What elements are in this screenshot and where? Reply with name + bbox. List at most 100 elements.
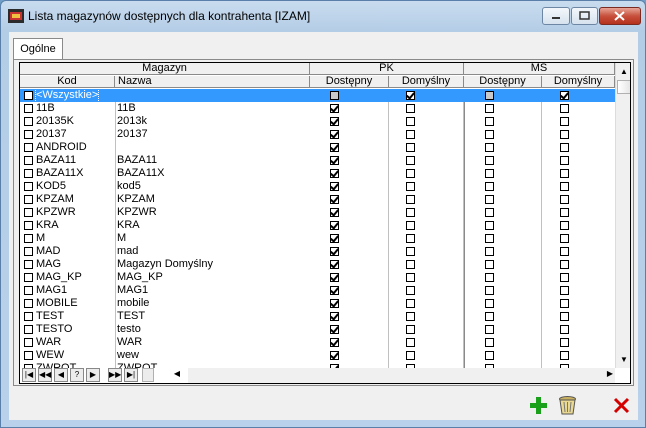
- ms-dostepny-checkbox[interactable]: [485, 104, 494, 113]
- row-select-checkbox[interactable]: [24, 312, 33, 321]
- ms-domyslny-checkbox[interactable]: [560, 169, 569, 178]
- close-button[interactable]: [611, 395, 632, 416]
- table-row[interactable]: TESTO testo: [20, 323, 615, 336]
- ms-domyslny-checkbox[interactable]: [560, 182, 569, 191]
- ms-dostepny-checkbox[interactable]: [485, 247, 494, 256]
- header-ms-dostepny[interactable]: Dostępny: [464, 76, 542, 88]
- scroll-thumb[interactable]: [617, 80, 630, 94]
- table-row[interactable]: WEW wew: [20, 349, 615, 362]
- ms-dostepny-checkbox[interactable]: [485, 169, 494, 178]
- pk-dostepny-checkbox[interactable]: [330, 351, 339, 360]
- pk-domyslny-checkbox[interactable]: [406, 130, 415, 139]
- pk-domyslny-checkbox[interactable]: [406, 182, 415, 191]
- row-select-checkbox[interactable]: [24, 117, 33, 126]
- row-select-checkbox[interactable]: [24, 221, 33, 230]
- pk-dostepny-checkbox[interactable]: [330, 247, 339, 256]
- row-select-checkbox[interactable]: [24, 299, 33, 308]
- nav-thumb[interactable]: [142, 368, 154, 382]
- row-select-checkbox[interactable]: [24, 351, 33, 360]
- pk-domyslny-checkbox[interactable]: [406, 91, 415, 100]
- table-row[interactable]: MM: [20, 232, 615, 245]
- table-row[interactable]: KPZAM KPZAM: [20, 193, 615, 206]
- row-select-checkbox[interactable]: [24, 325, 33, 334]
- ms-domyslny-checkbox[interactable]: [560, 273, 569, 282]
- pk-dostepny-checkbox[interactable]: [330, 273, 339, 282]
- pk-domyslny-checkbox[interactable]: [406, 299, 415, 308]
- pk-dostepny-checkbox[interactable]: [330, 143, 339, 152]
- pk-dostepny-checkbox[interactable]: [330, 156, 339, 165]
- ms-domyslny-checkbox[interactable]: [560, 208, 569, 217]
- row-select-checkbox[interactable]: [24, 208, 33, 217]
- table-row[interactable]: KOD5 kod5: [20, 180, 615, 193]
- ms-dostepny-checkbox[interactable]: [485, 156, 494, 165]
- pk-domyslny-checkbox[interactable]: [406, 221, 415, 230]
- row-select-checkbox[interactable]: [24, 156, 33, 165]
- maximize-button[interactable]: [571, 7, 598, 25]
- row-select-checkbox[interactable]: [24, 247, 33, 256]
- ms-domyslny-checkbox[interactable]: [560, 221, 569, 230]
- pk-dostepny-checkbox[interactable]: [330, 104, 339, 113]
- table-row[interactable]: <Wszystkie>: [20, 89, 615, 103]
- nav-next-button[interactable]: ▶: [86, 368, 100, 382]
- pk-domyslny-checkbox[interactable]: [406, 143, 415, 152]
- ms-domyslny-checkbox[interactable]: [560, 156, 569, 165]
- ms-dostepny-checkbox[interactable]: [485, 286, 494, 295]
- table-row[interactable]: BAZA11 BAZA11: [20, 154, 615, 167]
- ms-dostepny-checkbox[interactable]: [485, 273, 494, 282]
- header-pk-domyslny[interactable]: Domyślny: [389, 76, 464, 88]
- minimize-button[interactable]: [542, 7, 570, 25]
- row-select-checkbox[interactable]: [24, 234, 33, 243]
- tab-ogolne[interactable]: Ogólne: [13, 38, 63, 60]
- row-select-checkbox[interactable]: [24, 286, 33, 295]
- ms-domyslny-checkbox[interactable]: [560, 351, 569, 360]
- pk-dostepny-checkbox[interactable]: [330, 338, 339, 347]
- pk-domyslny-checkbox[interactable]: [406, 351, 415, 360]
- table-row[interactable]: MAD mad: [20, 245, 615, 258]
- row-select-checkbox[interactable]: [24, 260, 33, 269]
- scroll-right-icon[interactable]: ▶: [607, 369, 613, 378]
- pk-domyslny-checkbox[interactable]: [406, 117, 415, 126]
- ms-dostepny-checkbox[interactable]: [485, 325, 494, 334]
- ms-domyslny-checkbox[interactable]: [560, 91, 569, 100]
- pk-domyslny-checkbox[interactable]: [406, 247, 415, 256]
- vertical-scrollbar[interactable]: ▲ ▼: [615, 63, 630, 368]
- ms-domyslny-checkbox[interactable]: [560, 104, 569, 113]
- table-row[interactable]: MAG Magazyn Domyślny: [20, 258, 615, 271]
- pk-dostepny-checkbox[interactable]: [330, 195, 339, 204]
- ms-domyslny-checkbox[interactable]: [560, 312, 569, 321]
- row-select-checkbox[interactable]: [24, 104, 33, 113]
- pk-dostepny-checkbox[interactable]: [330, 208, 339, 217]
- ms-domyslny-checkbox[interactable]: [560, 338, 569, 347]
- ms-dostepny-checkbox[interactable]: [485, 312, 494, 321]
- row-select-checkbox[interactable]: [24, 130, 33, 139]
- table-row[interactable]: 20137 20137: [20, 128, 615, 141]
- row-select-checkbox[interactable]: [24, 338, 33, 347]
- table-row[interactable]: ANDROID: [20, 141, 615, 154]
- pk-domyslny-checkbox[interactable]: [406, 325, 415, 334]
- pk-dostepny-checkbox[interactable]: [330, 182, 339, 191]
- delete-button[interactable]: [557, 395, 578, 416]
- ms-domyslny-checkbox[interactable]: [560, 299, 569, 308]
- ms-dostepny-checkbox[interactable]: [485, 351, 494, 360]
- pk-domyslny-checkbox[interactable]: [406, 169, 415, 178]
- scroll-up-icon[interactable]: ▲: [616, 63, 630, 80]
- table-row[interactable]: MAG_KP MAG_KP: [20, 271, 615, 284]
- pk-dostepny-checkbox[interactable]: [330, 221, 339, 230]
- header-nazwa[interactable]: Nazwa: [115, 76, 310, 88]
- nav-help-button[interactable]: ?: [70, 368, 84, 382]
- ms-domyslny-checkbox[interactable]: [560, 195, 569, 204]
- pk-dostepny-checkbox[interactable]: [330, 234, 339, 243]
- scroll-down-icon[interactable]: ▼: [616, 351, 630, 368]
- ms-domyslny-checkbox[interactable]: [560, 234, 569, 243]
- pk-dostepny-checkbox[interactable]: [330, 130, 339, 139]
- header-pk-dostepny[interactable]: Dostępny: [310, 76, 389, 88]
- ms-dostepny-checkbox[interactable]: [485, 208, 494, 217]
- ms-domyslny-checkbox[interactable]: [560, 286, 569, 295]
- ms-dostepny-checkbox[interactable]: [485, 182, 494, 191]
- nav-prev-page-button[interactable]: ◀◀: [38, 368, 52, 382]
- pk-domyslny-checkbox[interactable]: [406, 260, 415, 269]
- row-select-checkbox[interactable]: [24, 91, 33, 100]
- nav-prev-button[interactable]: ◀: [54, 368, 68, 382]
- pk-domyslny-checkbox[interactable]: [406, 156, 415, 165]
- pk-domyslny-checkbox[interactable]: [406, 104, 415, 113]
